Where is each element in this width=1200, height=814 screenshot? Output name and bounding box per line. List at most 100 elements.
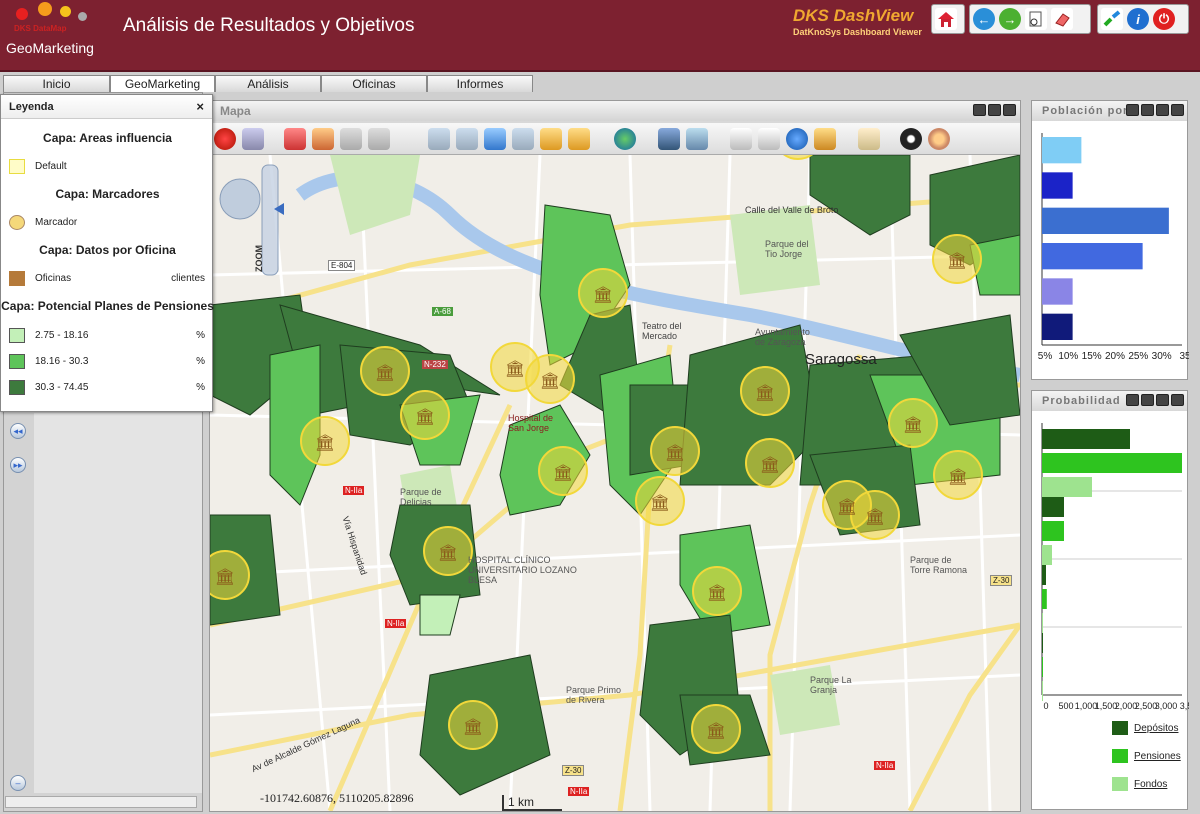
settings-button[interactable] [928, 128, 950, 150]
label-primo-rivera: Parque Primo de Rivera [566, 685, 622, 705]
minimize-button[interactable] [988, 104, 1001, 116]
road-n2a-1: N-IIa [343, 486, 365, 495]
poblacion-panel: Población por 5% 10% 15% 20% 25% 30% 35 [1031, 100, 1189, 380]
info-button[interactable]: i [1127, 8, 1149, 30]
poblacion-tick-label: 5% [1038, 351, 1053, 362]
maximize-button[interactable] [1003, 104, 1016, 116]
left-horizontal-scrollbar[interactable] [5, 796, 197, 808]
tab-analisis[interactable]: Análisis [215, 75, 321, 92]
zoom-window-icon [1029, 11, 1042, 27]
forward-button[interactable]: → [999, 8, 1021, 30]
restore-button[interactable] [1126, 394, 1139, 406]
minimize-panel-button[interactable]: – [10, 775, 26, 791]
power-icon: ⏻ [1158, 11, 1170, 26]
restore-button[interactable] [973, 104, 986, 116]
tab-inicio[interactable]: Inicio [3, 75, 110, 92]
svg-text:🏛: 🏛 [947, 251, 967, 270]
probabilidad-bar [1042, 681, 1043, 701]
refresh-button[interactable] [1141, 104, 1154, 116]
power-button[interactable]: ⏻ [1153, 8, 1175, 30]
layers-tool-button[interactable] [242, 128, 264, 150]
legend-depositos-label: Depósitos [1134, 722, 1179, 734]
poblacion-tick-label: 30% [1152, 351, 1172, 362]
collapse-left-button[interactable]: ◂◂ [10, 423, 26, 439]
poblacion-chart: 5% 10% 15% 20% 25% 30% 35 [1038, 133, 1189, 362]
maximize-button[interactable] [1171, 394, 1184, 406]
hand-tool-button[interactable] [686, 128, 708, 150]
svg-text:🏛: 🏛 [650, 493, 670, 512]
home-icon [938, 12, 954, 27]
road-n2a-4: N-IIa [874, 761, 896, 770]
pointer-tool-button[interactable] [758, 128, 780, 150]
minimize-button[interactable] [1156, 394, 1169, 406]
poblacion-bar [1042, 207, 1169, 234]
zoom-label: ZOOM [254, 245, 264, 272]
map-window: Mapa 🏛 🏛 🏛 🏛 🏛 🏛 🏛 🏛 🏛 🏛 🏛 🏛 🏛 🏛 🏛 🏛 🏛 🏛… [209, 100, 1021, 812]
bank-icon [9, 270, 25, 286]
record-button[interactable] [900, 128, 922, 150]
svg-text:🏛: 🏛 [707, 583, 727, 602]
app-header: DKS DataMap GeoMarketing Análisis de Res… [0, 0, 1200, 72]
svg-text:🏛: 🏛 [760, 455, 780, 474]
probabilidad-bar [1042, 521, 1064, 541]
select-polygon-button[interactable] [512, 128, 534, 150]
map-canvas[interactable]: 🏛 🏛 🏛 🏛 🏛 🏛 🏛 🏛 🏛 🏛 🏛 🏛 🏛 🏛 🏛 🏛 🏛 🏛 🏛 🏛 🏛 ZOOM Saragos… [210, 155, 1020, 811]
ruler-button[interactable] [858, 128, 880, 150]
select-box-button[interactable] [456, 128, 478, 150]
tab-oficinas[interactable]: Oficinas [321, 75, 427, 92]
map-window-controls [973, 104, 1016, 116]
back-button[interactable]: ← [973, 8, 995, 30]
tab-geomarketing[interactable]: GeoMarketing [110, 75, 215, 92]
home-button[interactable] [935, 8, 957, 30]
table-button[interactable] [814, 128, 836, 150]
refresh-button[interactable] [1141, 394, 1154, 406]
eraser-button[interactable] [1051, 8, 1073, 30]
expand-right-button[interactable]: ▸▸ [10, 457, 26, 473]
select-add-button[interactable] [568, 128, 590, 150]
select-circle-button[interactable] [484, 128, 506, 150]
probabilidad-tick-label: 3,5 [1180, 701, 1189, 711]
globe-button[interactable] [614, 128, 636, 150]
home-map-button[interactable] [284, 128, 306, 150]
road-z30-1: Z-30 [562, 765, 585, 776]
poblacion-bar [1042, 172, 1073, 199]
page-title: Análisis de Resultados y Objetivos [123, 15, 415, 36]
app-logo: DKS DataMap GeoMarketing [4, 2, 114, 62]
range-1-unit: % [196, 329, 205, 341]
maximize-button[interactable] [1171, 104, 1184, 116]
plug-icon [1103, 10, 1121, 27]
target-tool-button[interactable] [214, 128, 236, 150]
legend-item-oficinas-value: clientes [171, 272, 205, 284]
select-area-button[interactable] [540, 128, 562, 150]
probabilidad-panel: Probabilidad 0 500 1,000 1,500 2,000 2,500 3,0… [1031, 390, 1189, 810]
print-button[interactable] [658, 128, 680, 150]
svg-text:🏛: 🏛 [755, 383, 775, 402]
restore-button[interactable] [1126, 104, 1139, 116]
home-add-button[interactable] [312, 128, 334, 150]
help-button[interactable] [786, 128, 808, 150]
probabilidad-tick-label: 500 [1058, 701, 1073, 711]
zoom-window-button[interactable] [1025, 8, 1047, 30]
probabilidad-bar [1042, 453, 1182, 473]
swatch-default [9, 158, 25, 174]
connect-button[interactable] [1101, 8, 1123, 30]
legend-depositos[interactable]: Depósitos [1112, 721, 1178, 735]
legend-fondos[interactable]: Fondos [1112, 777, 1167, 791]
minimize-button[interactable] [1156, 104, 1169, 116]
navigation-group: ← → [969, 4, 1091, 34]
logo-text: GeoMarketing [6, 40, 94, 56]
home-edit-button[interactable] [340, 128, 362, 150]
road-a68: A-68 [432, 307, 453, 316]
home-delete-button[interactable] [368, 128, 390, 150]
logo-small-text: DKS DataMap [14, 24, 67, 33]
tab-informes[interactable]: Informes [427, 75, 533, 92]
svg-text:🏛: 🏛 [415, 407, 435, 426]
select-tool-button[interactable] [428, 128, 450, 150]
home-group [931, 4, 965, 34]
label-tio-jorge: Parque del Tio Jorge [765, 239, 809, 259]
legend-range-2: 18.16 - 30.3 % [9, 353, 205, 369]
zoom-in-button[interactable] [730, 128, 752, 150]
close-icon[interactable]: × [196, 99, 204, 114]
svg-text:🏛: 🏛 [903, 415, 923, 434]
legend-pensiones[interactable]: Pensiones [1112, 749, 1181, 763]
